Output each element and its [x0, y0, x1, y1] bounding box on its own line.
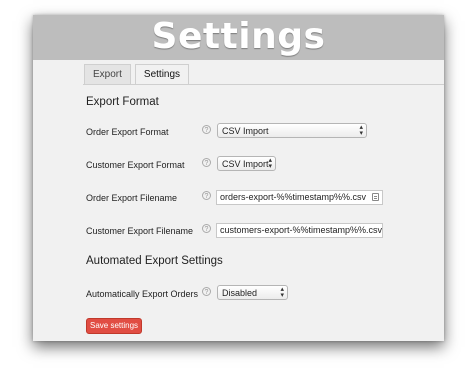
autofill-icon	[372, 193, 379, 201]
help-icon[interactable]: ?	[202, 224, 211, 233]
save-settings-button[interactable]: Save settings	[86, 318, 142, 334]
page-title: Settings	[151, 16, 326, 57]
auto-export-orders-label: Automatically Export Orders	[86, 289, 199, 299]
customer-export-format-select[interactable]: CSV Import ▴ ▾	[217, 156, 276, 171]
help-icon[interactable]: ?	[202, 191, 211, 200]
section-heading-automated: Automated Export Settings	[86, 255, 223, 267]
banner: Settings	[33, 15, 444, 60]
section-heading-export-format: Export Format	[86, 96, 159, 108]
help-icon[interactable]: ?	[202, 125, 211, 134]
order-export-format-label: Order Export Format	[86, 127, 169, 137]
order-export-filename-label: Order Export Filename	[86, 193, 178, 203]
help-icon[interactable]: ?	[202, 287, 211, 296]
settings-window: Settings Export Settings Export Format O…	[33, 15, 444, 341]
order-export-filename-value: orders-export-%%timestamp%%.csv	[220, 192, 367, 202]
select-arrows-icon: ▴ ▾	[268, 157, 272, 170]
tab-export[interactable]: Export	[84, 64, 131, 84]
help-icon[interactable]: ?	[202, 158, 211, 167]
order-export-filename-input[interactable]: orders-export-%%timestamp%%.csv	[216, 190, 383, 205]
tab-bar: Export Settings	[84, 64, 190, 85]
customer-export-filename-input[interactable]: customers-export-%%timestamp%%.csv	[216, 223, 383, 238]
customer-export-format-label: Customer Export Format	[86, 160, 185, 170]
customer-export-filename-label: Customer Export Filename	[86, 226, 194, 236]
customer-export-filename-value: customers-export-%%timestamp%%.csv	[220, 225, 383, 235]
left-margin	[33, 60, 83, 341]
select-arrows-icon: ▴ ▾	[280, 286, 284, 299]
tab-divider	[83, 84, 444, 85]
order-export-format-value: CSV Import	[222, 126, 269, 136]
customer-export-format-value: CSV Import	[222, 159, 269, 169]
auto-export-orders-value: Disabled	[222, 288, 258, 298]
select-arrows-icon: ▴ ▾	[359, 124, 363, 137]
order-export-format-select[interactable]: CSV Import ▴ ▾	[217, 123, 367, 138]
auto-export-orders-select[interactable]: Disabled ▴ ▾	[217, 285, 288, 300]
tab-settings[interactable]: Settings	[134, 64, 190, 85]
